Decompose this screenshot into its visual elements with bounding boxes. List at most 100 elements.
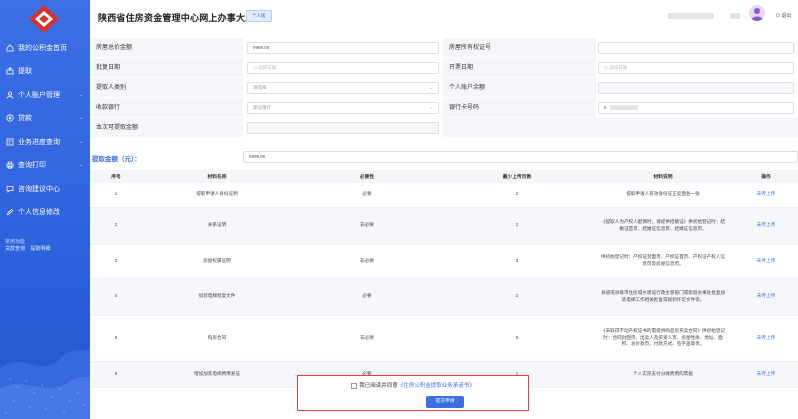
table-cell-pages: 5 <box>442 315 592 362</box>
account-balance-value-cell <box>596 78 798 98</box>
house-cert-no-input[interactable] <box>598 42 794 54</box>
sidebar-item-home[interactable]: 我的公积金首页 <box>0 36 90 60</box>
upload-button[interactable]: 未传上传 <box>734 183 798 208</box>
table-cell-name: 加装电梯批复文件 <box>142 278 292 316</box>
available-amount-input <box>247 122 439 134</box>
available-amount-value-cell <box>243 118 443 138</box>
chevron-down-icon: ⌄ <box>79 138 84 145</box>
table-cell-desc: 《提取人为产权人配偶时，请提供结婚证》供初始登记时：结婚证首页、结婚证信息页、结… <box>592 207 734 245</box>
agreement-box: 我已阅读并同意《住房公积金提取业务承诺书》 提交申请 <box>297 375 529 411</box>
main-content: 房屋总价金额 9999.00 房屋所有权证号 批复日期 ◷ 选择日期 开票日期 ◷ 选择日期… <box>90 34 798 419</box>
sidebar-item-consult[interactable]: 咨询建议中心 <box>0 177 90 201</box>
common-link-withdraw-detail[interactable]: 提取明细 <box>30 246 50 252</box>
table-row: 5 购房合同 非必要 5 《未取得不动产权证书的需提供商品房买卖合同》供初始登记时：合同… <box>90 315 798 362</box>
table-cell-desc: 个人实际支付分摊费用的票据 <box>592 361 734 388</box>
table-row: 4 加装电梯批复文件 必要 2 县级或县级市住房城乡建设行政主管部门或街道办事处批复加装… <box>90 278 798 316</box>
column-header: 必要性 <box>292 170 442 183</box>
table-cell-name: 增加加装电梯费用发证 <box>142 361 292 388</box>
bank-card-no-input[interactable]: 6 <box>598 102 794 114</box>
table-cell-need: 非必要 <box>292 244 442 279</box>
invoice-date-input[interactable]: ◷ 选择日期 <box>598 62 794 74</box>
avatar[interactable] <box>749 5 765 21</box>
submit-button[interactable]: 提交申请 <box>426 396 464 408</box>
withdrawer-type-value-cell: 请选择 ⌄ <box>243 78 443 98</box>
approval-date-input[interactable]: ◷ 选择日期 <box>247 62 439 74</box>
bank-input[interactable]: 建设银行 ⌄ <box>247 102 439 114</box>
table-cell-name: 购房合同 <box>142 315 292 362</box>
common-functions: 常用功能 贷款查询 提取明细 <box>5 238 54 252</box>
table-cell-no: 3 <box>90 244 142 279</box>
column-header: 序号 <box>90 170 142 183</box>
sidebar-item-print[interactable]: 查询打印 ⌄ <box>0 154 90 178</box>
bank-input-value: 建设银行 <box>253 105 271 110</box>
upload-button[interactable]: 未传上传 <box>734 315 798 362</box>
sidebar-item-label: 业务进度查询 <box>18 138 60 146</box>
column-header: 材料说明 <box>592 170 734 183</box>
power-icon: ⏻ <box>776 13 780 19</box>
upload-button[interactable]: 未传上传 <box>734 361 798 388</box>
sidebar-item-withdraw[interactable]: 提取 <box>0 60 90 84</box>
sidebar-item-label: 个人账户管理 <box>18 91 60 99</box>
sidebar-item-account[interactable]: 个人账户管理 ⌄ <box>0 83 90 107</box>
table-cell-need: 非必要 <box>292 207 442 245</box>
upload-button[interactable]: 未传上传 <box>734 207 798 245</box>
withdraw-amount-row: 提取金额（元）： 9999.00 <box>90 147 798 167</box>
sidebar-item-label: 提取 <box>18 68 32 76</box>
table-cell-need: 必要 <box>292 278 442 316</box>
table-cell-pages: 2 <box>442 207 592 245</box>
invoice-date-input-value: 选择日期 <box>609 65 628 70</box>
progress-icon <box>5 137 14 146</box>
table-header-row: 序号 材料名称 必要性 最少上传页数 材料说明 操作 <box>90 170 798 183</box>
table-cell-no: 4 <box>90 278 142 316</box>
chevron-down-icon: ⌄ <box>79 162 84 169</box>
column-header: 最少上传页数 <box>442 170 592 183</box>
form-row: 房屋总价金额 9999.00 房屋所有权证号 <box>90 38 798 58</box>
user-name <box>668 13 714 19</box>
agreement-prefix: 我已阅读并同意 <box>359 383 398 389</box>
withdraw-amount-label: 提取金额（元）： <box>92 156 141 163</box>
column-header: 材料名称 <box>142 170 292 183</box>
sidebar-item-label: 咨询建议中心 <box>18 185 60 193</box>
upload-button[interactable]: 未传上传 <box>734 278 798 316</box>
edit-icon <box>5 208 14 217</box>
empty-cell <box>443 118 798 138</box>
house-total-value-cell: 9999.00 <box>243 38 443 58</box>
table-cell-need: 非必要 <box>292 315 442 362</box>
withdraw-amount-input[interactable]: 9999.00 <box>243 151 798 163</box>
print-icon <box>5 161 14 170</box>
agreement-checkbox[interactable] <box>351 382 358 389</box>
upload-button[interactable]: 未传上传 <box>734 244 798 279</box>
user-info <box>730 13 740 19</box>
chevron-down-icon: ⌄ <box>79 91 84 98</box>
common-functions-title: 常用功能 <box>5 239 26 245</box>
sidebar-item-loan[interactable]: 贷款 ⌄ <box>0 107 90 131</box>
chevron-down-icon: ⌄ <box>428 85 433 91</box>
table-cell-desc: 供初始登记时：产权证封面页、产权证首页、产权证产权人信息页及房屋信息页。 <box>592 244 734 279</box>
table-cell-no: 1 <box>90 183 142 208</box>
common-link-loan-query[interactable]: 贷款查询 <box>5 246 25 252</box>
sidebar-item-progress[interactable]: 业务进度查询 ⌄ <box>0 130 90 154</box>
chat-icon <box>5 184 14 193</box>
logout-label: 退出 <box>781 13 792 19</box>
home-icon <box>5 43 14 52</box>
withdrawer-type-input[interactable]: 请选择 ⌄ <box>247 82 439 94</box>
table-cell-desc: 提取申请人有效身份证正反面各一张 <box>592 183 734 208</box>
materials-table: 序号 材料名称 必要性 最少上传页数 材料说明 操作 1 提取申请人身份证明 必要 2… <box>90 170 798 388</box>
form-row: 批复日期 ◷ 选择日期 开票日期 ◷ 选择日期 <box>90 58 798 78</box>
house-total-input[interactable]: 9999.00 <box>247 42 439 54</box>
agreement-link[interactable]: 《住房公积金提取业务承诺书》 <box>398 383 475 389</box>
sidebar-item-label: 贷款 <box>18 115 32 123</box>
sidebar-item-label: 个人信息修改 <box>18 209 60 217</box>
table-cell-desc: 《未取得不动产权证书的需提供商品房买卖合同》供初始登记时：合同封面页、出卖人及买… <box>592 315 734 362</box>
form-row: 提取人类别 请选择 ⌄ 个人账户余额 <box>90 78 798 98</box>
house-total-input-value: 9999.00 <box>253 45 270 50</box>
chevron-down-icon: ⌄ <box>428 105 433 111</box>
column-header: 操作 <box>734 170 798 183</box>
logout-button[interactable]: ⏻ 退出 <box>776 12 791 19</box>
invoice-date-value-cell: ◷ 选择日期 <box>596 58 798 78</box>
sidebar: 我的公积金首页 提取 个人账户管理 ⌄ 贷款 ⌄ 业务进度查询 ⌄ 查询打印 ⌄ <box>0 0 90 419</box>
table-row: 3 房屋权属证明 非必要 3 供初始登记时：产权证封面页、产权证首页、产权证产权人信息页… <box>90 244 798 279</box>
available-amount-label: 本次可提取金额 <box>90 118 243 138</box>
sidebar-item-profile[interactable]: 个人信息修改 <box>0 201 90 225</box>
approval-date-input-value: 选择日期 <box>258 65 277 70</box>
